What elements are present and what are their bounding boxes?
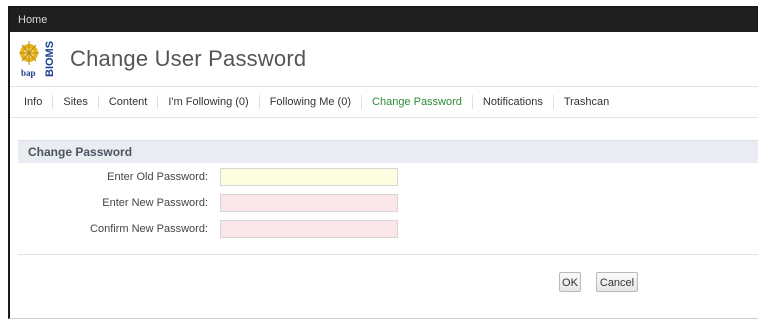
ok-button[interactable]: OK: [559, 272, 581, 292]
old-password-row: Enter Old Password:: [18, 165, 758, 189]
old-password-field[interactable]: [220, 168, 398, 186]
new-password-row: Enter New Password:: [18, 191, 758, 215]
page-header: bap BIOMS Change User Password: [10, 32, 758, 87]
cancel-button[interactable]: Cancel: [596, 272, 638, 292]
tab-sites[interactable]: Sites: [53, 95, 99, 109]
new-password-field[interactable]: [220, 194, 398, 212]
profile-tabs: Info Sites Content I'm Following (0) Fol…: [10, 87, 758, 118]
home-link[interactable]: Home: [10, 14, 47, 26]
form-divider: [18, 254, 758, 255]
new-password-label: Enter New Password:: [102, 197, 208, 209]
tab-im-following[interactable]: I'm Following (0): [158, 95, 260, 109]
svg-text:bap: bap: [21, 68, 36, 78]
page-title: Change User Password: [70, 46, 307, 71]
old-password-label: Enter Old Password:: [107, 171, 208, 183]
confirm-password-field[interactable]: [220, 220, 398, 238]
svg-text:BIOMS: BIOMS: [44, 41, 56, 77]
confirm-password-row: Confirm New Password:: [18, 217, 758, 241]
section-title: Change Password: [18, 141, 758, 163]
tab-content[interactable]: Content: [99, 95, 159, 109]
top-nav-bar: Home: [10, 8, 758, 32]
tab-following-me[interactable]: Following Me (0): [260, 95, 363, 109]
tab-trashcan[interactable]: Trashcan: [554, 95, 619, 109]
confirm-password-label: Confirm New Password:: [90, 223, 208, 235]
tab-info[interactable]: Info: [14, 95, 54, 109]
tab-notifications[interactable]: Notifications: [473, 95, 554, 109]
bioms-logo-icon: bap BIOMS: [18, 39, 58, 79]
tab-change-password[interactable]: Change Password: [362, 95, 473, 109]
change-password-panel: Change Password Enter Old Password: Ente…: [18, 140, 758, 241]
